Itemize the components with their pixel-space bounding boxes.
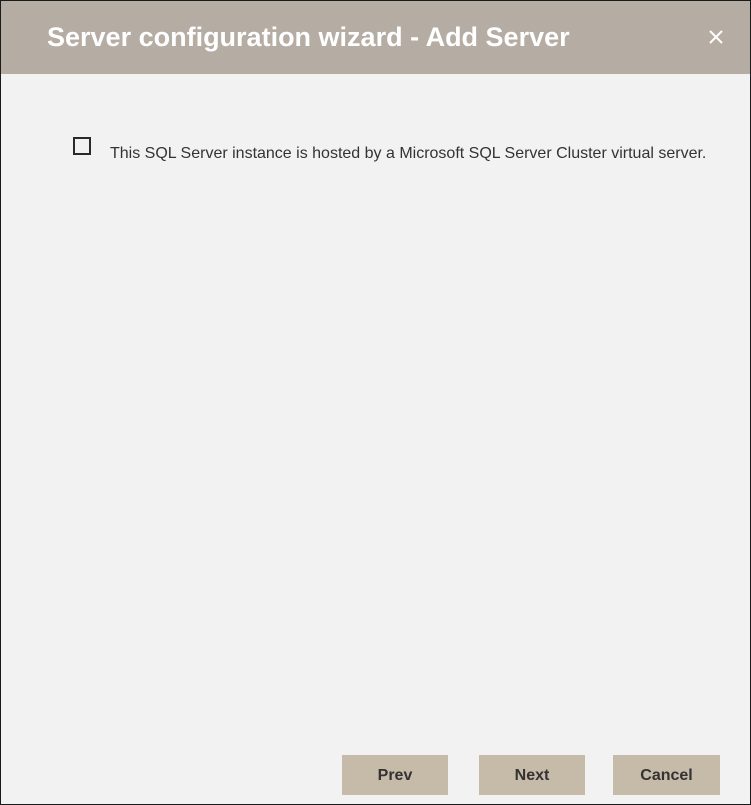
add-server-dialog: Server configuration wizard - Add Server…	[0, 0, 751, 805]
cancel-button[interactable]: Cancel	[613, 755, 720, 795]
prev-button[interactable]: Prev	[342, 755, 448, 795]
next-button[interactable]: Next	[479, 755, 585, 795]
dialog-title: Server configuration wizard - Add Server	[47, 22, 570, 52]
dialog-body: This SQL Server instance is hosted by a …	[1, 74, 750, 804]
close-icon[interactable]	[704, 25, 728, 49]
cluster-checkbox[interactable]	[73, 137, 91, 155]
dialog-titlebar: Server configuration wizard - Add Server	[1, 1, 750, 74]
cluster-checkbox-label: This SQL Server instance is hosted by a …	[110, 145, 707, 162]
